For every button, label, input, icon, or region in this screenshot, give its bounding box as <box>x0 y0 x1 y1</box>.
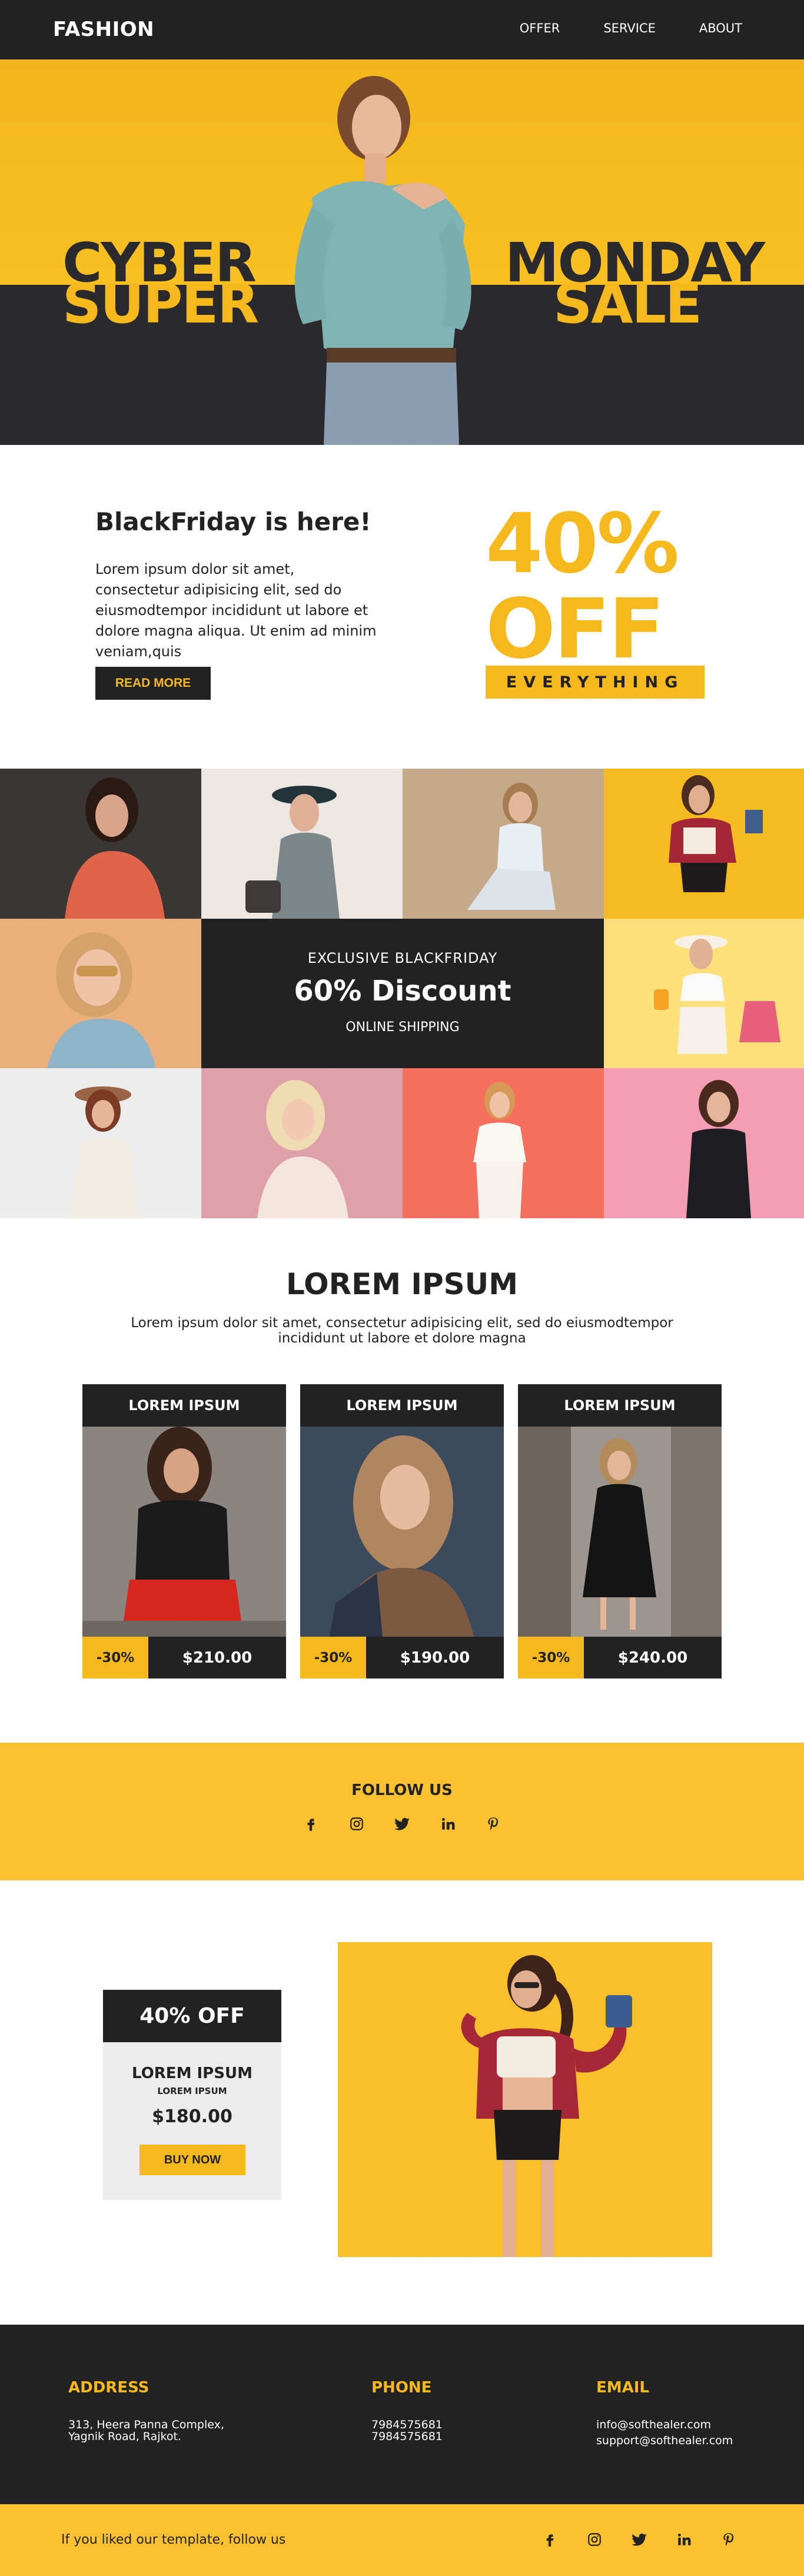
product-image <box>82 1427 286 1637</box>
product-price: $240.00 <box>584 1637 722 1678</box>
products-text: Lorem ipsum dolor sit amet, consectetur … <box>131 1315 673 1346</box>
gallery-photo <box>403 769 604 919</box>
product-discount: -30% <box>82 1637 148 1678</box>
follow-prompt-text: If you liked our template, follow us <box>61 2532 286 2547</box>
offer-card: 40% OFF LOREM IPSUM LOREM IPSUM $180.00 … <box>103 1990 281 2200</box>
gallery-photo <box>201 769 403 919</box>
pinterest-icon[interactable] <box>718 2529 739 2550</box>
hero-model-image <box>294 76 471 445</box>
page: FASHION OFFER SERVICE ABOUT CYBER SUPER … <box>0 0 804 2576</box>
twitter-icon[interactable] <box>629 2529 650 2550</box>
gallery-photo <box>403 1068 604 1218</box>
product-card[interactable]: LOREM IPSUM -30% $210.00 <box>82 1384 286 1678</box>
product-discount: -30% <box>300 1637 366 1678</box>
phone-line[interactable]: 7984575681 <box>371 2419 443 2431</box>
twitter-icon[interactable] <box>391 1813 413 1834</box>
product-card-title: LOREM IPSUM <box>300 1384 504 1427</box>
product-price: $190.00 <box>366 1637 504 1678</box>
product-image <box>518 1427 722 1637</box>
email-line[interactable]: support@softhealer.com <box>596 2435 733 2447</box>
offer-model-image <box>338 1942 712 2257</box>
hero-banner: CYBER SUPER MONDAY SALE <box>0 59 804 445</box>
products-title: LOREM IPSUM <box>285 1267 519 1301</box>
blackfriday-text: Lorem ipsum dolor sit amet, consectetur … <box>95 561 377 660</box>
product-image <box>300 1427 504 1637</box>
bottom-bar: If you liked our template, follow us <box>0 2504 804 2576</box>
nav-link-about[interactable]: ABOUT <box>699 21 742 35</box>
gallery-photo <box>0 919 201 1069</box>
offer-price: $180.00 <box>152 2106 232 2127</box>
phone-line[interactable]: 7984575681 <box>371 2431 443 2442</box>
product-price: $210.00 <box>148 1637 286 1678</box>
address-line: 313, Heera Panna Complex, <box>68 2418 224 2431</box>
promo-exclusive-text: EXCLUSIVE BLACKFRIDAY <box>307 950 498 966</box>
product-card-title: LOREM IPSUM <box>518 1384 722 1427</box>
offer-name: LOREM IPSUM <box>132 2065 253 2082</box>
big-percent: 40% <box>486 496 679 592</box>
hero-word-sale: SALE <box>553 272 702 335</box>
facebook-icon[interactable] <box>300 1813 321 1834</box>
instagram-icon[interactable] <box>584 2529 605 2550</box>
offer-subtitle: LOREM IPSUM <box>157 2086 227 2096</box>
product-card[interactable]: LOREM IPSUM -30% $240.00 <box>518 1384 722 1678</box>
top-nav: FASHION OFFER SERVICE ABOUT <box>0 0 804 59</box>
logo[interactable]: FASHION <box>53 18 154 41</box>
email-line[interactable]: info@softhealer.com <box>596 2419 711 2431</box>
follow-title: FOLLOW US <box>351 1781 453 1799</box>
product-card-title: LOREM IPSUM <box>82 1384 286 1427</box>
offer-heading: 40% OFF <box>103 1990 281 2042</box>
footer: ADDRESS 313, Heera Panna Complex, Yagnik… <box>0 2325 804 2504</box>
buy-now-button[interactable]: BUY NOW <box>139 2145 245 2175</box>
phone-title: PHONE <box>371 2379 432 2396</box>
nav-links: OFFER SERVICE ABOUT <box>520 21 742 35</box>
linkedin-icon[interactable] <box>437 1813 459 1834</box>
promo-discount-text: 60% Discount <box>294 975 511 1008</box>
facebook-icon[interactable] <box>539 2529 560 2550</box>
gallery-photo <box>201 1068 403 1218</box>
address-title: ADDRESS <box>68 2379 149 2396</box>
read-more-button[interactable]: READ MORE <box>95 667 211 700</box>
gallery-photo <box>0 769 201 919</box>
gallery-photo <box>0 1068 201 1218</box>
gallery-photo <box>604 769 804 919</box>
follow-section: FOLLOW US <box>0 1743 804 1880</box>
photo-gallery: EXCLUSIVE BLACKFRIDAY 60% Discount ONLIN… <box>0 769 804 1218</box>
linkedin-icon[interactable] <box>673 2529 695 2550</box>
big-off: OFF <box>486 581 665 677</box>
promo-discount-block: EXCLUSIVE BLACKFRIDAY 60% Discount ONLIN… <box>201 919 604 1068</box>
nav-link-service[interactable]: SERVICE <box>603 21 656 35</box>
instagram-icon[interactable] <box>346 1813 367 1834</box>
address-line: Yagnik Road, Rajkot. <box>68 2430 181 2443</box>
email-title: EMAIL <box>596 2379 649 2396</box>
gallery-photo <box>604 1068 804 1218</box>
everything-banner: EVERYTHING <box>486 666 705 699</box>
hero-word-super: SUPER <box>62 272 259 335</box>
blackfriday-title: BlackFriday is here! <box>95 507 371 536</box>
pinterest-icon[interactable] <box>483 1813 504 1834</box>
nav-link-offer[interactable]: OFFER <box>520 21 560 35</box>
promo-shipping-text: ONLINE SHIPPING <box>345 1020 460 1035</box>
bottom-social-icons <box>539 2529 739 2550</box>
gallery-photo <box>604 919 804 1069</box>
product-card[interactable]: LOREM IPSUM -30% $190.00 <box>300 1384 504 1678</box>
follow-icons <box>300 1813 504 1834</box>
product-discount: -30% <box>518 1637 584 1678</box>
